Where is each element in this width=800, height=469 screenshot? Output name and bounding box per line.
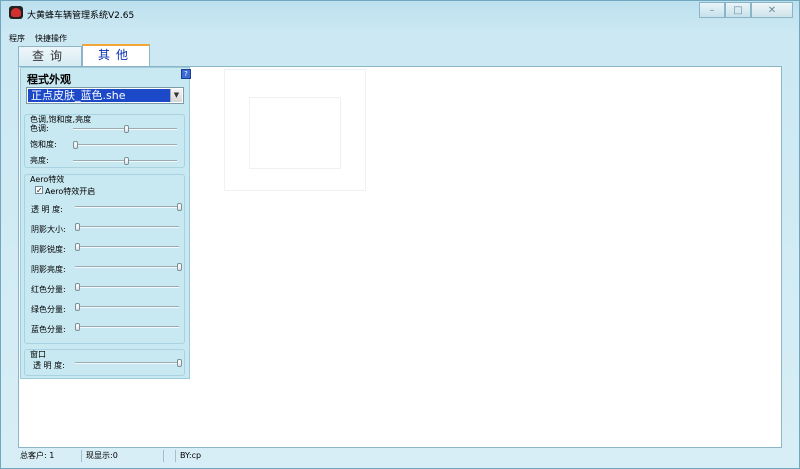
slider-thumb[interactable] [75,223,80,231]
chevron-down-icon[interactable]: ▼ [170,89,182,102]
close-button[interactable]: ✕ [751,2,793,18]
slider-thumb[interactable] [75,243,80,251]
hsl-group: 色调,饱和度,亮度 色调: 饱和度: 亮度: [24,114,185,168]
red-component-slider[interactable] [75,283,179,291]
tab-query[interactable]: 查询 [18,46,82,66]
menu-item-program[interactable]: 程序 [9,33,25,44]
status-spacer [164,450,176,462]
shadow-size-slider[interactable] [75,223,179,231]
appearance-panel: 程式外观 ? 正点皮肤_蓝色.she ▼ 色调,饱和度,亮度 色调: 饱和度: … [20,67,191,379]
status-customer-count: 总客户: 1 [18,450,82,462]
shadow-brightness-slider[interactable] [75,263,182,271]
app-logo-icon [9,6,23,19]
menu-item-shortcuts[interactable]: 快捷操作 [35,33,67,44]
window-group-title: 窗口 [30,350,46,359]
aero-enable-checkbox[interactable]: ✓ [35,186,43,195]
panel-help-button[interactable]: ? [181,69,191,79]
brightness-label: 亮度: [30,156,49,165]
slider-thumb[interactable] [75,323,80,331]
shadow-size-label: 阴影大小: [31,225,66,234]
hue-slider[interactable] [73,125,177,133]
slider-thumb[interactable] [177,359,182,367]
saturation-label: 饱和度: [30,140,57,149]
status-author: BY:cp [180,451,202,460]
title-bar: 大黄蜂车辆管理系统V2.65 – □ ✕ [1,1,799,25]
saturation-slider[interactable] [73,141,177,149]
slider-thumb[interactable] [75,283,80,291]
slider-thumb[interactable] [177,263,182,271]
aero-transparency-label: 透 明 度: [31,205,63,214]
minimize-icon: – [709,4,715,16]
aero-group: Aero特效 ✓ Aero特效开启 透 明 度: 阴影大小: 阴影锐度: 阴影亮… [24,174,185,344]
tab-other[interactable]: 其他 [82,44,150,66]
aero-transparency-slider[interactable] [75,203,182,211]
status-bar: 总客户: 1 现显示:0 BY:cp [18,449,782,463]
tab-strip: 查询 其他 [18,44,150,66]
slider-thumb[interactable] [124,157,129,165]
shadow-sharpness-label: 阴影锐度: [31,245,66,254]
slider-thumb[interactable] [177,203,182,211]
close-icon: ✕ [767,4,777,16]
window-transparency-label: 透 明 度: [33,361,65,370]
blue-component-slider[interactable] [75,323,179,331]
window-title: 大黄蜂车辆管理系统V2.65 [27,11,135,21]
skin-select[interactable]: 正点皮肤_蓝色.she ▼ [26,87,184,104]
green-component-label: 绿色分量: [31,305,66,314]
brightness-slider[interactable] [73,157,177,165]
hue-label: 色调: [30,124,49,133]
skin-select-value: 正点皮肤_蓝色.she [28,89,172,102]
aero-group-title: Aero特效 [30,175,65,184]
status-showing-count: 现显示:0 [82,450,164,462]
shadow-sharpness-slider[interactable] [75,243,179,251]
slider-thumb[interactable] [124,125,129,133]
blue-component-label: 蓝色分量: [31,325,66,334]
appearance-title: 程式外观 [27,73,71,86]
slider-thumb[interactable] [73,141,78,149]
shadow-brightness-label: 阴影亮度: [31,265,66,274]
menu-bar: 程序 快捷操作 [9,33,67,44]
window-group: 窗口 透 明 度: [24,349,185,376]
background-watermark [249,97,341,169]
aero-enable-label: Aero特效开启 [45,187,96,196]
slider-thumb[interactable] [75,303,80,311]
red-component-label: 红色分量: [31,285,66,294]
help-icon: ? [184,70,188,78]
window-controls: – □ ✕ [699,2,793,19]
green-component-slider[interactable] [75,303,179,311]
maximize-button[interactable]: □ [725,2,751,18]
window-transparency-slider[interactable] [75,359,182,367]
minimize-button[interactable]: – [699,2,725,18]
maximize-icon: □ [733,4,743,16]
